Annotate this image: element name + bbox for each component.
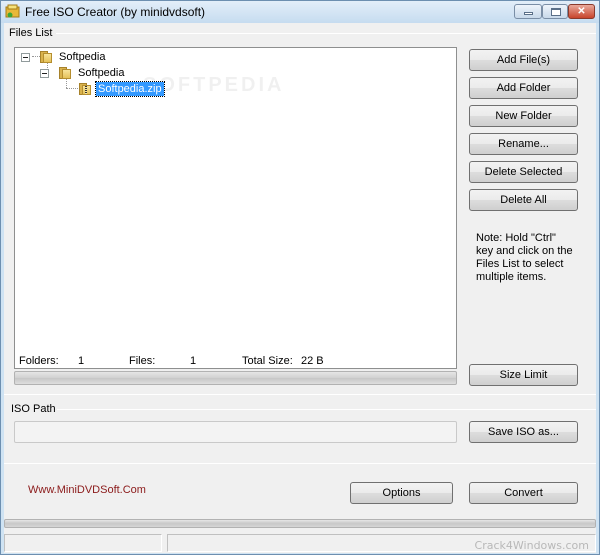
- maximize-icon: [551, 8, 561, 16]
- files-count: 1: [190, 355, 197, 367]
- close-button[interactable]: ✕: [568, 4, 595, 19]
- multi-select-note: Note: Hold "Ctrl" key and click on the F…: [476, 232, 573, 283]
- tree-node-label: Softpedia.zip: [95, 81, 165, 97]
- collapse-icon[interactable]: [40, 68, 49, 78]
- tree-node-label: Softpedia: [78, 67, 125, 79]
- folders-count: 1: [78, 355, 85, 367]
- convert-button[interactable]: Convert: [469, 482, 578, 504]
- folder-icon: [58, 66, 72, 80]
- add-folder-button[interactable]: Add Folder: [469, 77, 578, 99]
- delete-all-button[interactable]: Delete All: [469, 189, 578, 211]
- tree-node-root[interactable]: Softpedia: [21, 49, 107, 65]
- folders-label: Folders:: [19, 355, 59, 367]
- status-watermark: Crack4Windows.com: [474, 539, 589, 552]
- iso-path-divider: [57, 409, 596, 410]
- collapse-icon[interactable]: [21, 52, 30, 62]
- new-folder-button[interactable]: New Folder: [469, 105, 578, 127]
- files-list-label: Files List: [9, 27, 53, 39]
- add-files-button[interactable]: Add File(s): [469, 49, 578, 71]
- save-iso-button[interactable]: Save ISO as...: [469, 421, 578, 443]
- status-pane-left: [4, 534, 162, 552]
- status-pane-right: Crack4Windows.com: [167, 534, 596, 552]
- tree-node-file[interactable]: Softpedia.zip: [78, 81, 165, 97]
- delete-selected-button[interactable]: Delete Selected: [469, 161, 578, 183]
- app-icon: [5, 4, 20, 18]
- iso-path-field[interactable]: [14, 421, 457, 443]
- files-tree[interactable]: SOFTPEDIA Softpedia Softpedia Softpedia.…: [14, 47, 457, 369]
- app-window: Free ISO Creator (by minidvdsoft) ✕ File…: [0, 0, 600, 555]
- rename-button[interactable]: Rename...: [469, 133, 578, 155]
- conversion-progress-bar: [4, 519, 596, 528]
- tree-node-subfolder[interactable]: Softpedia: [40, 65, 126, 81]
- close-icon: ✕: [577, 6, 586, 17]
- window-title: Free ISO Creator (by minidvdsoft): [25, 5, 206, 19]
- tree-watermark: SOFTPEDIA: [143, 74, 285, 96]
- zip-file-icon: [78, 82, 92, 96]
- size-limit-button[interactable]: Size Limit: [469, 364, 578, 386]
- footer-divider: [4, 463, 596, 464]
- status-bar: Crack4Windows.com: [4, 532, 596, 553]
- files-label: Files:: [129, 355, 156, 367]
- title-bar: Free ISO Creator (by minidvdsoft) ✕: [1, 1, 599, 23]
- maximize-button[interactable]: [542, 4, 568, 19]
- options-button[interactable]: Options: [350, 482, 453, 504]
- files-list-divider: [56, 33, 596, 34]
- minimize-button[interactable]: [514, 4, 542, 19]
- iso-path-label: ISO Path: [11, 403, 56, 415]
- website-link[interactable]: Www.MiniDVDSoft.Com: [28, 484, 146, 496]
- size-progress-bar: [14, 371, 457, 385]
- total-size-label: Total Size:: [242, 355, 293, 367]
- total-size-value: 22 B: [301, 355, 324, 367]
- client-area: Files List SOFTPEDIA Softpedia Softpedia: [4, 23, 596, 553]
- tree-node-label: Softpedia: [59, 51, 106, 63]
- minimize-icon: [524, 12, 533, 15]
- section-divider: [4, 394, 596, 395]
- folder-icon: [39, 50, 53, 64]
